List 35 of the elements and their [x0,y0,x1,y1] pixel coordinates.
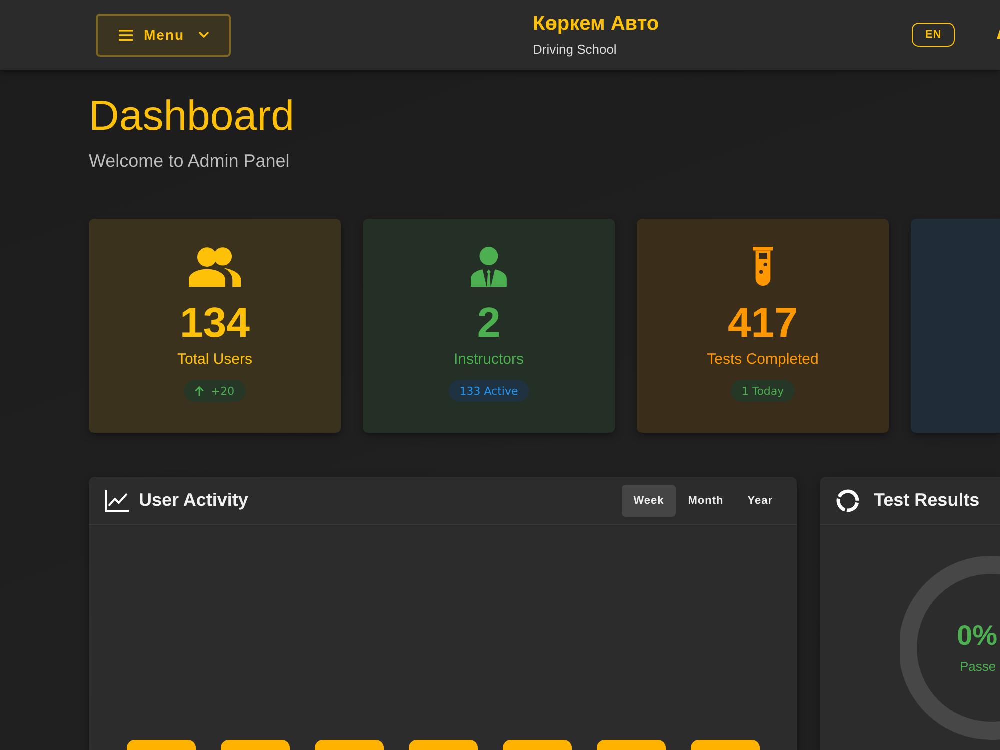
activity-bar [597,740,666,750]
stat-value: 417 [728,299,798,347]
activity-bar [221,740,290,750]
pass-rate-label: Passe [960,659,996,675]
stat-badge: 133 Active [448,380,530,402]
menu-icon [119,30,133,40]
stat-badge: 1 Today [730,380,796,402]
cut-off-icon[interactable] [997,30,1000,38]
brand-title: Көркем Авто [533,12,660,36]
stat-label: Total Users [177,350,253,370]
page-subtitle: Welcome to Admin Panel [89,150,290,172]
caret-icon [198,32,209,38]
stat-value: 134 [180,299,250,347]
pass-rate-value: 0% [957,620,998,652]
period-tab[interactable]: Month [676,484,736,516]
panel-title: Test Results [874,490,980,511]
activity-bar [315,740,384,750]
stat-label: Instructors [454,350,524,370]
stat-badge: +20 [184,380,246,402]
menu-button[interactable]: Menu [96,14,231,56]
activity-bar [127,740,196,750]
stat-value: 2 [477,299,501,347]
page-title: Dashboard [89,92,294,140]
period-tab[interactable]: Week [622,484,676,516]
activity-bar [409,740,478,750]
up-arrow-icon [195,386,204,396]
period-tab[interactable]: Year [736,484,785,516]
donut-chart-icon [836,488,860,512]
activity-bar [691,740,760,750]
stat-label: Tests Completed [707,350,819,370]
brand-subtitle: Driving School [533,42,617,58]
activity-bar [503,740,572,750]
panel-title: User Activity [139,490,248,511]
language-button[interactable]: EN [912,23,955,47]
line-chart-icon [105,490,129,512]
